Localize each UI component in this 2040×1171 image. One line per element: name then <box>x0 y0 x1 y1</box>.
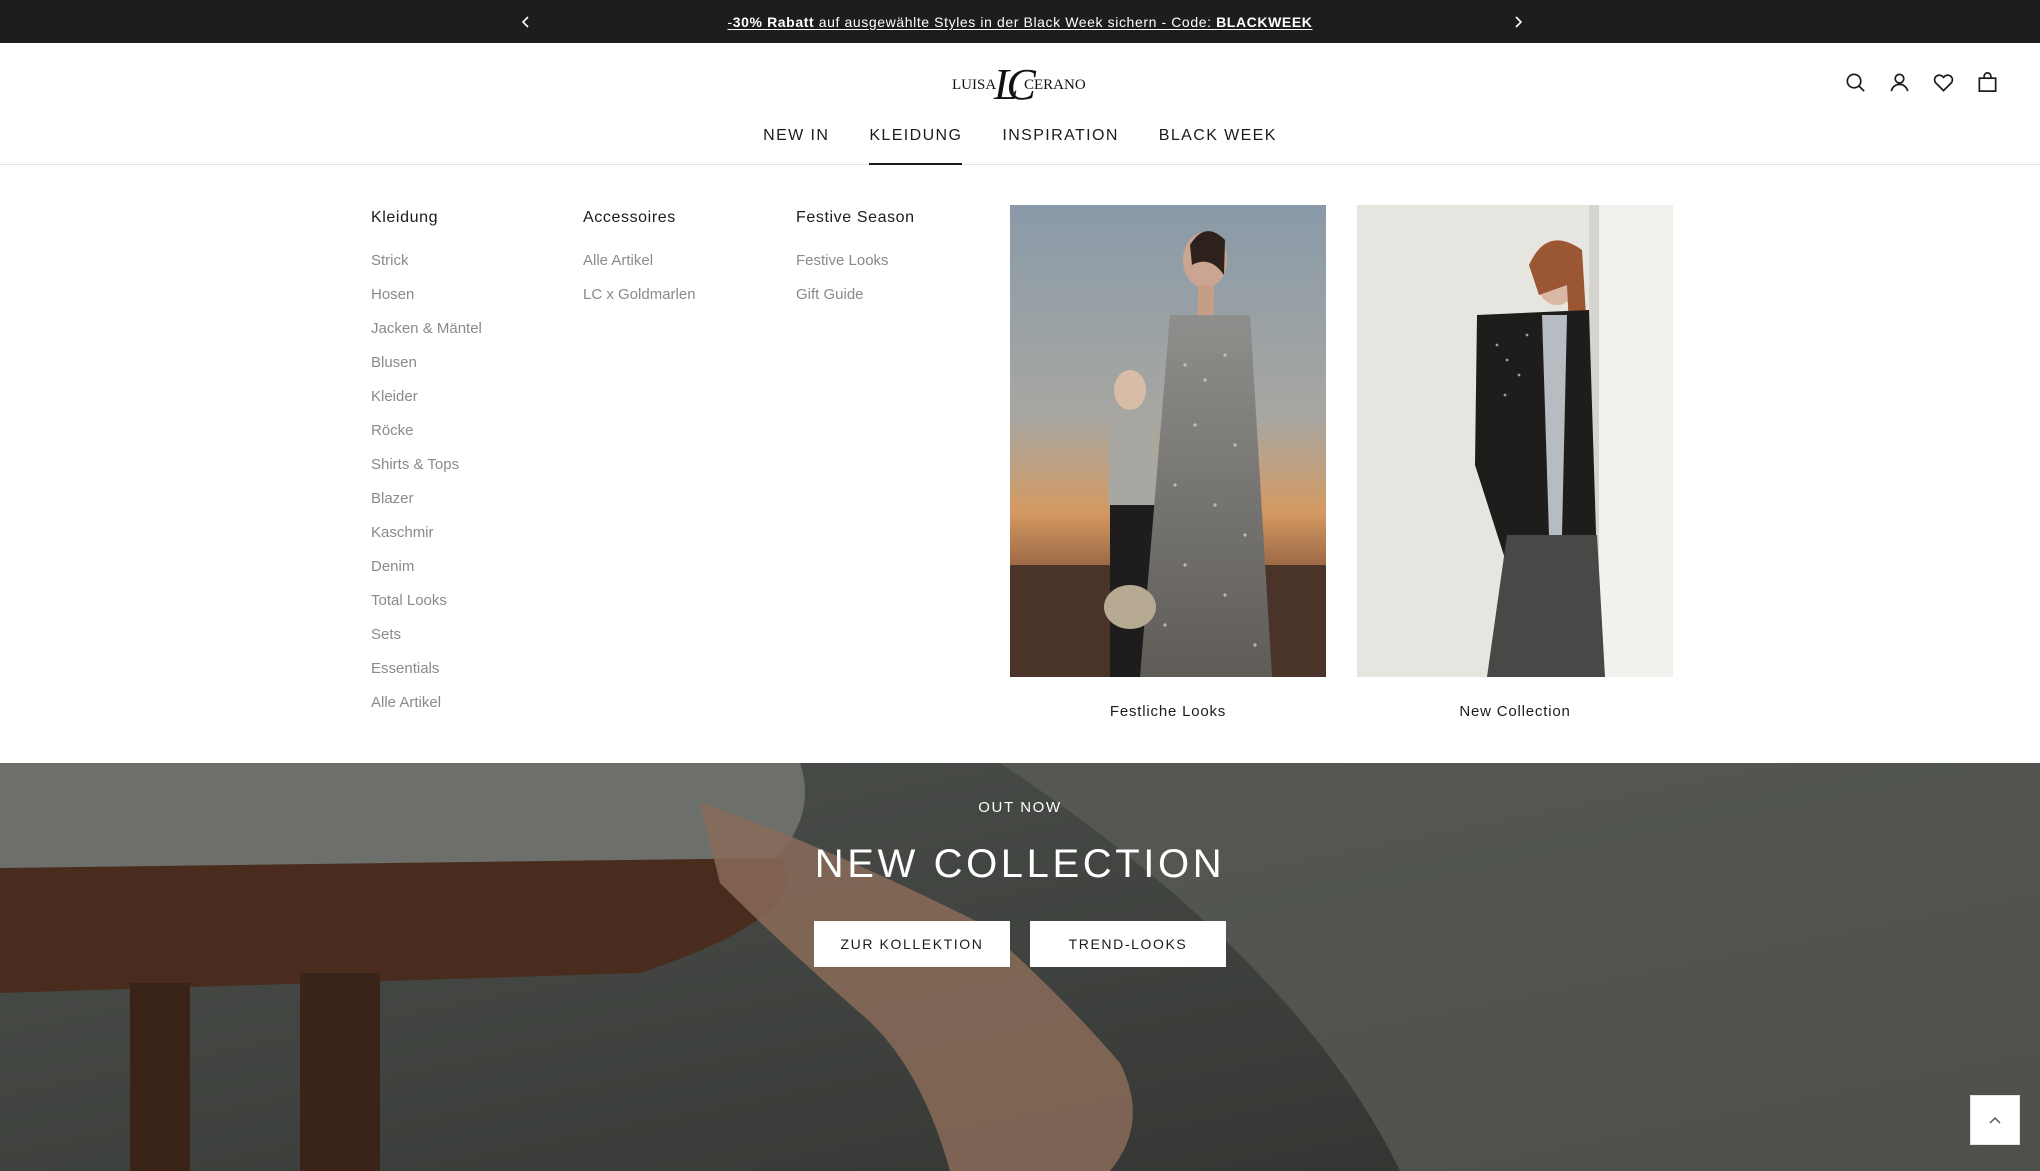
menu-link[interactable]: Alle Artikel <box>371 693 482 727</box>
menu-link[interactable]: Jacken & Mäntel <box>371 319 482 353</box>
card-caption[interactable]: New Collection <box>1357 703 1673 720</box>
menu-column-heading[interactable]: Kleidung <box>371 209 482 227</box>
menu-link[interactable]: Kaschmir <box>371 523 482 557</box>
hero-eyebrow: OUT NOW <box>978 799 1062 816</box>
card-caption[interactable]: Festliche Looks <box>1010 703 1326 720</box>
promo-card-festive[interactable]: Festliche Looks <box>1010 205 1326 720</box>
main-navigation: NEW IN KLEIDUNG INSPIRATION BLACK WEEK <box>0 123 2040 165</box>
site-header: LUISA LC CERANO NEW IN KLEIDUNG INSPIRAT… <box>0 43 2040 165</box>
nav-new-in[interactable]: NEW IN <box>743 123 849 165</box>
menu-column-heading[interactable]: Festive Season <box>796 209 915 227</box>
menu-link[interactable]: Sets <box>371 625 482 659</box>
chevron-left-icon[interactable] <box>506 0 546 43</box>
menu-link[interactable]: Hosen <box>371 285 482 319</box>
hero-content: OUT NOW NEW COLLECTION ZUR KOLLEKTION TR… <box>0 763 2040 967</box>
menu-link[interactable]: Gift Guide <box>796 285 915 319</box>
nav-kleidung[interactable]: KLEIDUNG <box>849 123 982 165</box>
menu-link[interactable]: Blazer <box>371 489 482 523</box>
announcement-bar: -30% Rabatt auf ausgewählte Styles in de… <box>0 0 2040 43</box>
wishlist-heart-icon[interactable] <box>1930 69 1956 95</box>
new-collection-image[interactable] <box>1357 205 1673 677</box>
zur-kollektion-button[interactable]: ZUR KOLLEKTION <box>814 921 1010 967</box>
menu-link[interactable]: LC x Goldmarlen <box>583 285 696 319</box>
menu-link[interactable]: Strick <box>371 251 482 285</box>
hero-banner: OUT NOW NEW COLLECTION ZUR KOLLEKTION TR… <box>0 763 2040 1171</box>
menu-link[interactable]: Essentials <box>371 659 482 693</box>
header-icons <box>1842 69 2000 95</box>
menu-link[interactable]: Röcke <box>371 421 482 455</box>
mega-menu: Kleidung Strick Hosen Jacken & Mäntel Bl… <box>0 165 2040 763</box>
menu-link[interactable]: Total Looks <box>371 591 482 625</box>
menu-link[interactable]: Kleider <box>371 387 482 421</box>
menu-column-kleidung: Kleidung Strick Hosen Jacken & Mäntel Bl… <box>371 209 482 727</box>
announcement-link[interactable]: -30% Rabatt auf ausgewählte Styles in de… <box>728 14 1313 30</box>
hero-buttons: ZUR KOLLEKTION TREND-LOOKS <box>0 921 2040 967</box>
promo-card-new-collection[interactable]: New Collection <box>1357 205 1673 720</box>
menu-link[interactable]: Alle Artikel <box>583 251 696 285</box>
menu-link[interactable]: Blusen <box>371 353 482 387</box>
search-icon[interactable] <box>1842 69 1868 95</box>
chevron-right-icon[interactable] <box>1498 0 1538 43</box>
menu-link[interactable]: Denim <box>371 557 482 591</box>
menu-link[interactable]: Festive Looks <box>796 251 915 285</box>
scroll-to-top-button[interactable] <box>1970 1095 2020 1145</box>
festive-looks-image[interactable] <box>1010 205 1326 677</box>
hero-title: NEW COLLECTION <box>814 842 1226 886</box>
nav-black-week[interactable]: BLACK WEEK <box>1139 123 1297 165</box>
trend-looks-button[interactable]: TREND-LOOKS <box>1030 921 1226 967</box>
account-icon[interactable] <box>1886 69 1912 95</box>
svg-text:LUISA: LUISA <box>952 77 996 93</box>
chevron-up-icon <box>1989 1116 2001 1124</box>
nav-inspiration[interactable]: INSPIRATION <box>982 123 1138 165</box>
menu-column-heading[interactable]: Accessoires <box>583 209 696 227</box>
menu-column-festive-season: Festive Season Festive Looks Gift Guide <box>796 209 915 319</box>
cart-bag-icon[interactable] <box>1974 69 2000 95</box>
menu-column-accessoires: Accessoires Alle Artikel LC x Goldmarlen <box>583 209 696 319</box>
menu-link[interactable]: Shirts & Tops <box>371 455 482 489</box>
brand-logo[interactable]: LUISA LC CERANO <box>952 59 1092 109</box>
svg-text:CERANO: CERANO <box>1024 77 1086 93</box>
